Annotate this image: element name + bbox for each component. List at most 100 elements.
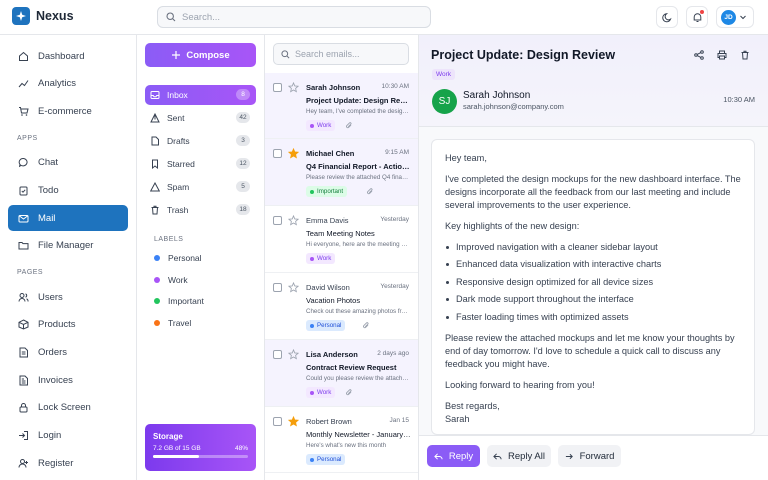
sidebar-item-file-manager[interactable]: File Manager [8,233,128,257]
sidebar-item-label: Lock Screen [38,401,91,413]
email-checkbox[interactable] [273,417,282,426]
email-tag: Work [306,253,336,264]
section-heading-apps: APPS [17,135,38,142]
label-text: Important [168,296,204,306]
reply-all-label: Reply All [508,450,545,462]
email-subject: Project Update: Design Review [306,96,411,105]
email-checkbox[interactable] [273,216,282,225]
theme-toggle-button[interactable] [656,6,678,28]
list-item[interactable]: Michael Chen 9:15 AM Q4 Financial Report -… [265,139,418,206]
list-item[interactable]: Emma Davis Yesterday Team Meeting Notes Hi … [265,206,418,273]
highlight-item: Dark mode support throughout the interfa… [445,293,741,306]
list-item[interactable]: Lisa Anderson 2 days ago Contract Review R… [265,340,418,407]
print-icon[interactable] [717,50,727,60]
folder-trash[interactable]: Trash 18 [145,200,256,220]
sidebar-item-dashboard[interactable]: Dashboard [8,44,128,68]
reply-label: Reply [448,450,474,462]
folder-drafts[interactable]: Drafts 3 [145,131,256,151]
email-search[interactable] [273,43,409,65]
email-time: 10:30 AM [723,95,755,104]
email-tag-label: Important [317,188,344,195]
share-icon[interactable] [694,50,704,60]
sidebar-item-invoices[interactable]: Invoices [8,368,128,392]
global-search-input[interactable] [182,11,412,23]
reply-all-button[interactable]: Reply All [487,445,551,467]
sender-avatar: SJ [432,89,457,114]
email-checkbox[interactable] [273,283,282,292]
email-preview: Please review the attached Q4 financial … [306,174,409,181]
folder-count: 3 [236,135,250,146]
star-icon[interactable] [288,215,299,226]
sidebar-item-products[interactable]: Products [8,312,128,336]
email-preview: Here's what's new this month [306,442,387,449]
tag-dot [310,256,314,261]
star-icon[interactable] [288,82,299,93]
folder-starred[interactable]: Starred 12 [145,154,256,174]
cart-icon [18,106,29,117]
label-color-dot [154,277,160,283]
star-icon[interactable] [288,416,299,427]
tag-dot [310,123,314,128]
search-icon [281,49,290,59]
email-preview: Check out these amazing photos from my t… [306,308,409,315]
reply-icon [434,452,443,461]
list-item[interactable]: David Wilson Yesterday Vacation Photos Chec… [265,273,418,340]
sidebar-item-label: Register [38,457,74,469]
compose-button[interactable]: Compose [145,43,256,67]
folder-count: 12 [236,158,250,169]
star-icon[interactable] [288,349,299,360]
delete-icon[interactable] [740,50,750,60]
label-color-dot [154,320,160,326]
email-sender: Robert Brown [306,417,352,426]
sidebar-item-lock-screen[interactable]: Lock Screen [8,395,128,419]
sidebar-item-users[interactable]: Users [8,285,128,309]
email-checkbox[interactable] [273,350,282,359]
folder-spam[interactable]: Spam 5 [145,177,256,197]
sidebar-item-register[interactable]: Register [8,451,128,475]
moon-icon [661,12,673,23]
sidebar-item-chat[interactable]: Chat [8,150,128,174]
draft-icon [150,136,160,146]
sidebar-item-label: Chat [38,156,59,168]
notification-dot [700,10,704,14]
labels-heading: LABELS [154,236,184,243]
sidebar-item-mail[interactable]: Mail [8,205,128,231]
forward-button[interactable]: Forward [558,445,621,467]
email-header: Project Update: Design Review Work SJ Sa… [419,35,768,127]
global-search[interactable] [157,6,431,28]
register-icon [18,458,29,469]
email-search-input[interactable] [295,49,400,59]
folder-sent[interactable]: Sent 42 [145,108,256,128]
list-item[interactable]: Sarah Johnson 10:30 AM Project Update: Des… [265,73,418,139]
star-icon[interactable] [288,282,299,293]
sidebar-item-label: Mail [38,212,56,224]
reply-button[interactable]: Reply [427,445,480,467]
notifications-button[interactable] [686,6,708,28]
sidebar-item-label: Analytics [38,77,77,89]
email-time: Yesterday [380,216,409,223]
email-tag-label: Work [317,389,332,396]
sidebar-item-todo[interactable]: Todo [8,178,128,202]
email-tag: Important [306,186,348,197]
orders-icon [18,347,29,358]
list-item[interactable]: Robert Brown Jan 15 Monthly Newsletter - J… [265,407,418,473]
label-work[interactable]: Work [154,275,188,285]
user-menu[interactable]: JD [716,6,754,28]
sidebar-item-orders[interactable]: Orders [8,340,128,364]
sidebar-item-login[interactable]: Login [8,423,128,447]
brand-logo[interactable]: Nexus [12,7,74,25]
label-personal[interactable]: Personal [154,253,202,263]
label-travel[interactable]: Travel [154,318,191,328]
sidebar-item-ecommerce[interactable]: E-commerce [8,99,128,123]
star-icon[interactable] [288,148,299,159]
email-checkbox[interactable] [273,149,282,158]
sidebar-item-label: Orders [38,346,68,358]
label-important[interactable]: Important [154,296,204,306]
sidebar-item-analytics[interactable]: Analytics [8,71,128,95]
email-checkbox[interactable] [273,83,282,92]
folder-inbox[interactable]: Inbox 8 [145,85,256,105]
email-preview: Hey team, I've completed the design mock… [306,108,409,115]
storage-card: Storage 7.2 GB of 15 GB 48% [145,424,256,471]
clipboard-icon [18,185,29,196]
highlight-item: Faster loading times with optimized asse… [445,311,741,324]
